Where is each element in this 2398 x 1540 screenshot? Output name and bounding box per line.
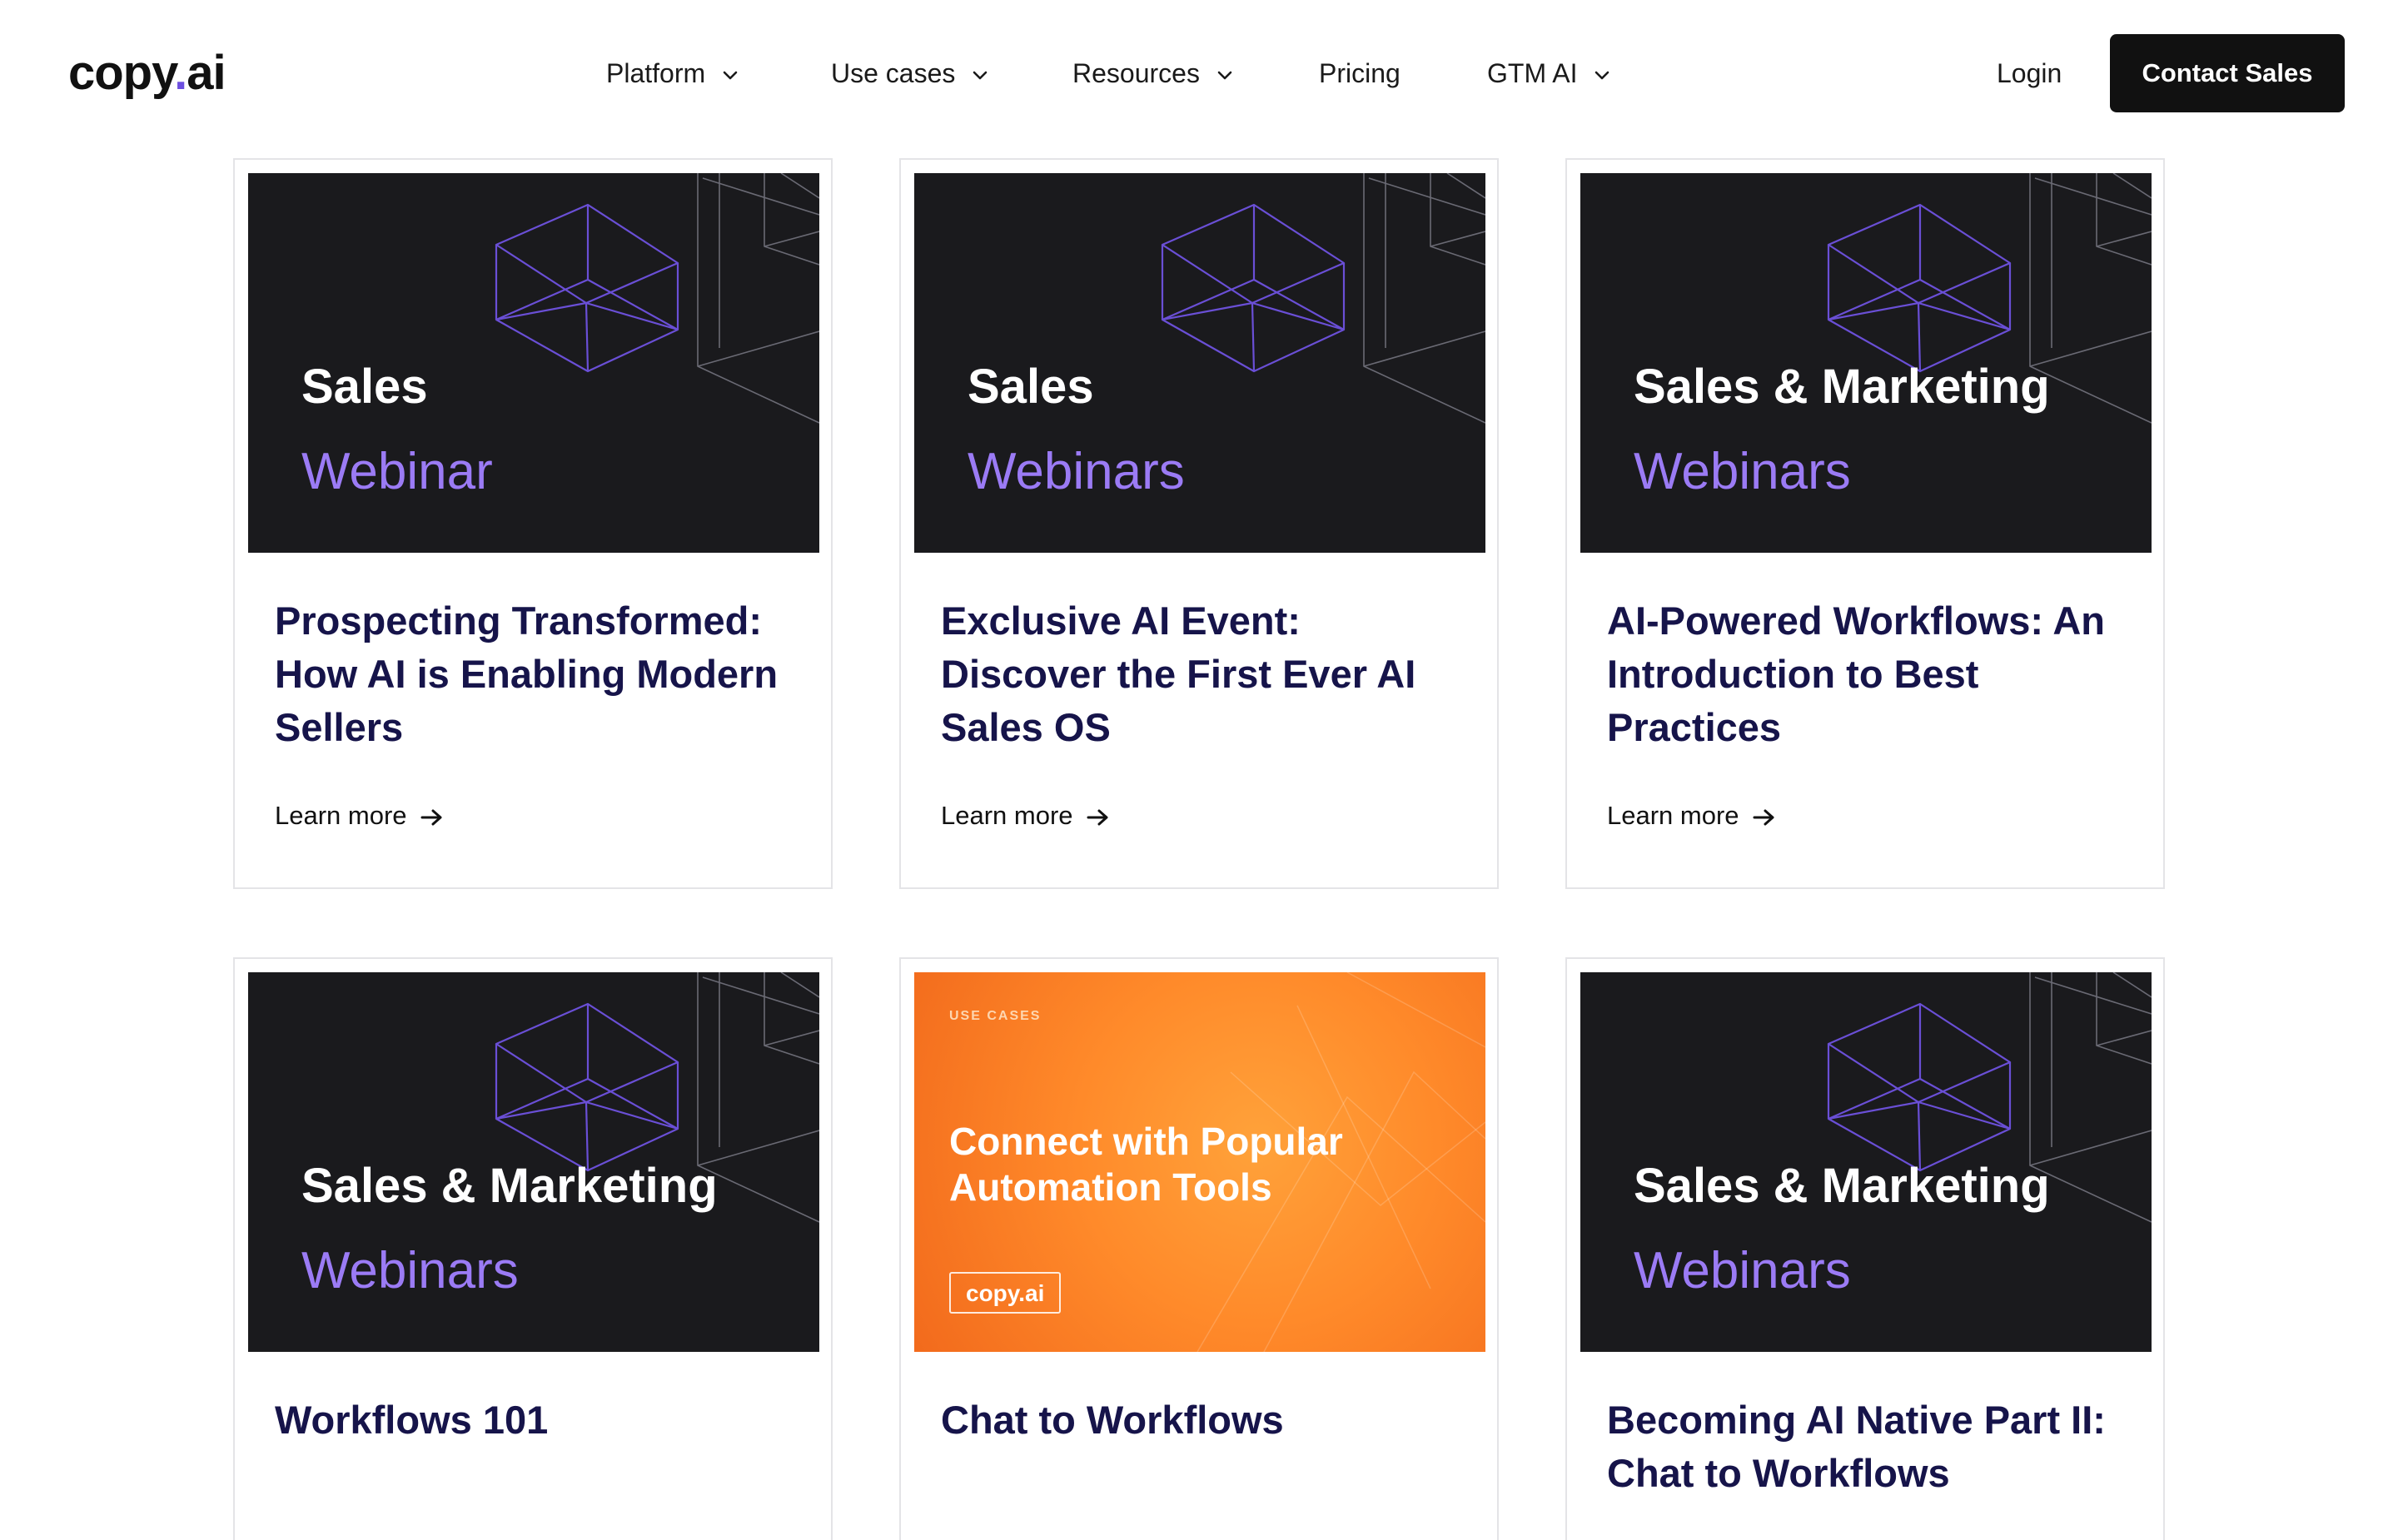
- card-thumbnail: USE CASES Connect with Popular Automatio…: [914, 972, 1485, 1352]
- card-title[interactable]: Workflows 101: [275, 1393, 808, 1447]
- nav-platform[interactable]: Platform: [606, 52, 738, 95]
- chevron-down-icon: [973, 71, 988, 79]
- card-title[interactable]: AI-Powered Workflows: An Introduction to…: [1607, 594, 2140, 754]
- thumbnail-subtitle: Webinars: [1634, 1242, 1851, 1299]
- nav-use-cases-label: Use cases: [831, 58, 956, 88]
- nav-use-cases[interactable]: Use cases: [831, 52, 988, 95]
- logo-dot: .: [174, 46, 187, 100]
- thumbnail-logo-badge: copy.ai: [949, 1272, 1062, 1314]
- chevron-down-icon: [1217, 71, 1232, 79]
- resource-card[interactable]: Sales Webinar Prospecting Transformed: H…: [233, 158, 833, 889]
- thumbnail-headline: Connect with Popular Automation Tools: [949, 1120, 1343, 1209]
- learn-more-link[interactable]: Learn more: [275, 801, 444, 831]
- card-thumbnail: Sales & Marketing Webinars: [248, 972, 819, 1352]
- arrow-right-icon: [1753, 809, 1774, 826]
- nav-gtm-ai[interactable]: GTM AI: [1487, 52, 1609, 95]
- nav-gtm-ai-label: GTM AI: [1487, 58, 1578, 88]
- thumbnail-subtitle: Webinars: [968, 443, 1185, 500]
- resource-card[interactable]: Sales & Marketing Webinars AI-Powered Wo…: [1565, 158, 2165, 889]
- learn-more-link[interactable]: Learn more: [1607, 801, 1776, 831]
- logo-suffix: ai: [187, 46, 226, 100]
- card-thumbnail: Sales & Marketing Webinars: [1580, 173, 2152, 553]
- thumbnail-title: Sales: [301, 360, 428, 414]
- card-title[interactable]: Chat to Workflows: [941, 1393, 1474, 1447]
- thumbnail-tag: USE CASES: [949, 1009, 1042, 1023]
- thumbnail-title: Sales & Marketing: [1634, 1159, 2050, 1213]
- thumbnail-subtitle: Webinar: [301, 443, 493, 500]
- chevron-down-icon: [1595, 71, 1609, 79]
- learn-more-label: Learn more: [275, 801, 407, 830]
- nav-platform-label: Platform: [606, 58, 706, 88]
- site-header: copy.ai Platform Use cases Resources Pri…: [0, 0, 2398, 147]
- learn-more-label: Learn more: [941, 801, 1073, 830]
- chevron-down-icon: [723, 71, 738, 79]
- card-title[interactable]: Prospecting Transformed: How AI is Enabl…: [275, 594, 808, 754]
- copy-ai-logo[interactable]: copy.ai: [68, 40, 226, 107]
- resource-card[interactable]: Sales & Marketing Webinars Becoming AI N…: [1565, 957, 2165, 1540]
- nav-pricing-label: Pricing: [1319, 58, 1400, 88]
- thumbnail-title: Sales & Marketing: [1634, 360, 2050, 414]
- nav-pricing[interactable]: Pricing: [1319, 52, 1400, 95]
- card-thumbnail: Sales Webinars: [914, 173, 1485, 553]
- card-thumbnail: Sales Webinar: [248, 173, 819, 553]
- arrow-right-icon: [420, 809, 442, 826]
- card-thumbnail: Sales & Marketing Webinars: [1580, 972, 2152, 1352]
- thumbnail-subtitle: Webinars: [301, 1242, 519, 1299]
- thumbnail-subtitle: Webinars: [1634, 443, 1851, 500]
- learn-more-link[interactable]: Learn more: [941, 801, 1110, 831]
- thumbnail-title: Sales & Marketing: [301, 1159, 718, 1213]
- card-title[interactable]: Becoming AI Native Part II: Chat to Work…: [1607, 1393, 2140, 1500]
- nav-resources-label: Resources: [1072, 58, 1200, 88]
- resource-card[interactable]: USE CASES Connect with Popular Automatio…: [899, 957, 1499, 1540]
- thumbnail-title: Sales: [968, 360, 1094, 414]
- resource-card[interactable]: Sales & Marketing Webinars Workflows 101: [233, 957, 833, 1540]
- card-title[interactable]: Exclusive AI Event: Discover the First E…: [941, 594, 1474, 754]
- logo-text: copy: [68, 46, 175, 100]
- arrow-right-icon: [1087, 809, 1108, 826]
- contact-sales-button[interactable]: Contact Sales: [2110, 34, 2345, 112]
- login-link[interactable]: Login: [1997, 52, 2062, 95]
- nav-resources[interactable]: Resources: [1072, 52, 1232, 95]
- resource-card[interactable]: Sales Webinars Exclusive AI Event: Disco…: [899, 158, 1499, 889]
- learn-more-label: Learn more: [1607, 801, 1739, 830]
